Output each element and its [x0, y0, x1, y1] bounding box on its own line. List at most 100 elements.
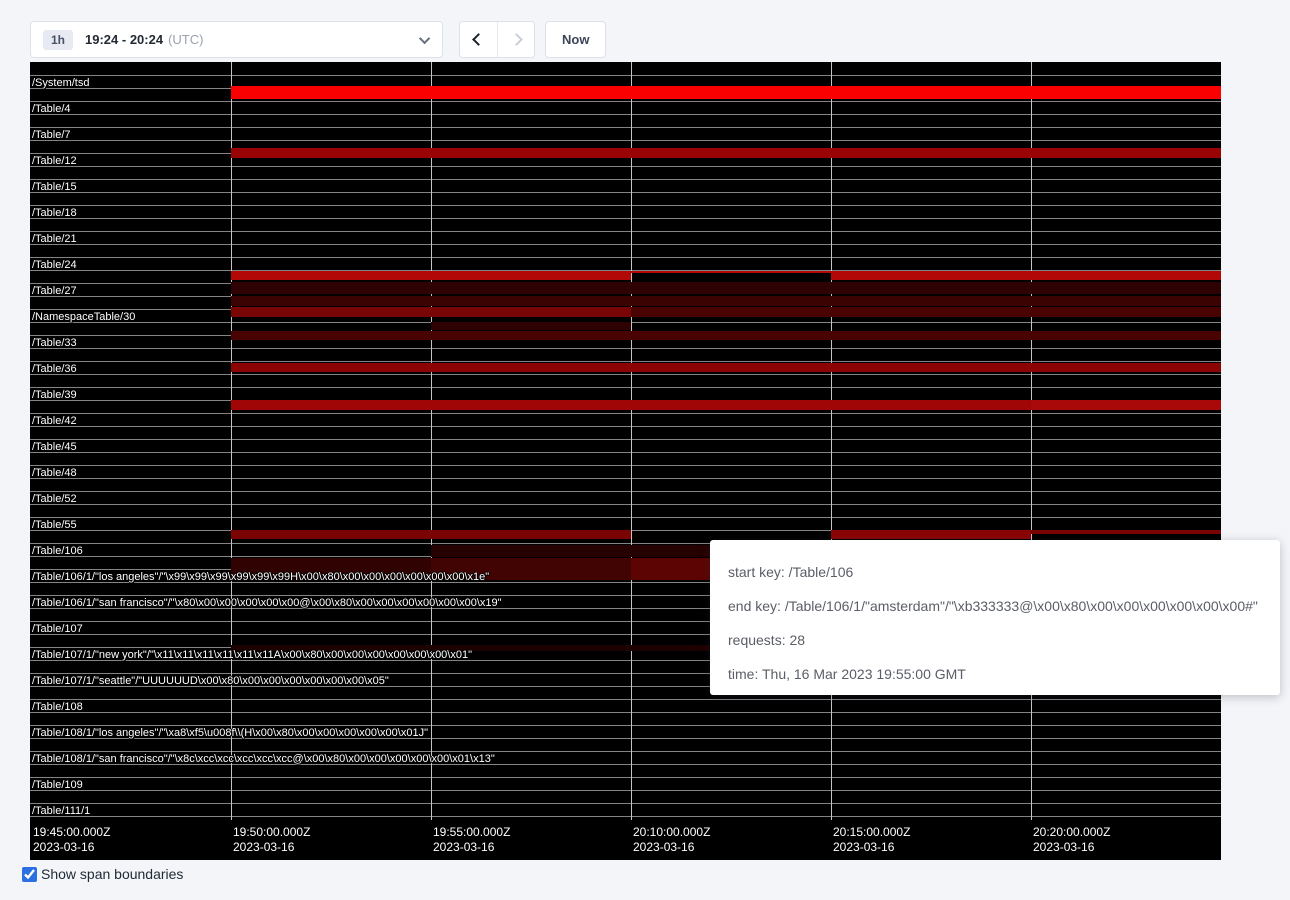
row-label: /Table/21	[32, 233, 77, 245]
grid-hline	[30, 816, 1221, 817]
chevron-down-icon	[419, 32, 430, 43]
chevron-right-icon	[510, 33, 523, 46]
grid-hline	[30, 205, 1221, 206]
row-label: /Table/45	[32, 441, 77, 453]
row-label: /Table/106	[32, 545, 83, 557]
grid-hline	[30, 348, 1221, 349]
x-axis-tick: 20:10:00.000Z2023-03-16	[633, 825, 710, 855]
chevron-left-icon	[472, 33, 485, 46]
grid-hline	[30, 517, 1221, 518]
row-label: /Table/106/1/"san francisco"/"\x80\x00\x…	[32, 597, 502, 609]
row-label: /Table/108	[32, 701, 83, 713]
row-label: /Table/15	[32, 181, 77, 193]
show-span-boundaries-label: Show span boundaries	[41, 866, 183, 882]
x-tick-date: 2023-03-16	[633, 840, 710, 855]
row-label: /Table/12	[32, 155, 77, 167]
heatmap-band[interactable]	[231, 331, 1221, 340]
row-label: /Table/42	[32, 415, 77, 427]
tooltip-end-key: end key: /Table/106/1/"amsterdam"/"\xb33…	[728, 589, 1262, 623]
heatmap-band[interactable]	[831, 530, 1031, 539]
x-tick-time: 20:20:00.000Z	[1033, 825, 1110, 840]
row-label: /Table/111/1	[32, 805, 90, 817]
grid-vline	[831, 62, 832, 820]
heatmap-band[interactable]	[231, 86, 1221, 99]
row-label: /Table/36	[32, 363, 77, 375]
x-tick-time: 20:10:00.000Z	[633, 825, 710, 840]
grid-hline	[30, 452, 1221, 453]
x-tick-time: 20:15:00.000Z	[833, 825, 910, 840]
grid-hline	[30, 751, 1221, 752]
tooltip-time: time: Thu, 16 Mar 2023 19:55:00 GMT	[728, 657, 1262, 691]
heatmap-band[interactable]	[631, 307, 1221, 317]
grid-hline	[30, 413, 1221, 414]
grid-hline	[30, 257, 1221, 258]
time-range-select[interactable]: 1h 19:24 - 20:24 (UTC)	[30, 21, 443, 58]
grid-hline	[30, 192, 1221, 193]
grid-hline	[30, 140, 1221, 141]
row-label: /Table/52	[32, 493, 77, 505]
heatmap-band[interactable]	[231, 363, 1221, 372]
time-range-zone: (UTC)	[168, 32, 203, 47]
heatmap-canvas[interactable]: /System/tsd/Table/4/Table/7/Table/12/Tab…	[30, 62, 1221, 860]
grid-hline	[30, 439, 1221, 440]
tooltip-start-key: start key: /Table/106	[728, 555, 1262, 589]
grid-hline	[30, 504, 1221, 505]
grid-hline	[30, 387, 1221, 388]
heatmap-band[interactable]	[1031, 400, 1221, 410]
heatmap-band[interactable]	[231, 296, 1221, 306]
grid-hline	[30, 166, 1221, 167]
x-axis-tick: 20:15:00.000Z2023-03-16	[833, 825, 910, 855]
heatmap-band[interactable]	[231, 271, 631, 280]
heatmap-band[interactable]	[631, 271, 831, 273]
span-boundaries-row: Show span boundaries	[22, 866, 183, 882]
grid-hline	[30, 426, 1221, 427]
x-axis-tick: 19:50:00.000Z2023-03-16	[233, 825, 310, 855]
x-tick-date: 2023-03-16	[433, 840, 510, 855]
grid-hline	[30, 179, 1221, 180]
heatmap-band[interactable]	[231, 282, 1221, 294]
heatmap-band[interactable]	[831, 271, 1221, 280]
heatmap-band[interactable]	[231, 148, 1221, 158]
heatmap-band[interactable]	[231, 307, 631, 317]
row-label: /Table/24	[32, 259, 77, 271]
grid-hline	[30, 244, 1221, 245]
grid-hline	[30, 231, 1221, 232]
now-button[interactable]: Now	[545, 21, 606, 58]
x-tick-time: 19:55:00.000Z	[433, 825, 510, 840]
row-label: /Table/4	[32, 103, 71, 115]
x-tick-date: 2023-03-16	[233, 840, 310, 855]
grid-hline	[30, 790, 1221, 791]
grid-hline	[30, 712, 1221, 713]
grid-hline	[30, 127, 1221, 128]
hover-tooltip: start key: /Table/106 end key: /Table/10…	[710, 540, 1280, 695]
heatmap-band[interactable]	[431, 322, 631, 330]
time-range-badge: 1h	[43, 30, 73, 50]
grid-hline	[30, 478, 1221, 479]
x-tick-date: 2023-03-16	[833, 840, 910, 855]
prev-range-button[interactable]	[460, 22, 497, 57]
row-label: /System/tsd	[32, 77, 89, 89]
grid-vline	[1031, 62, 1032, 820]
show-span-boundaries-checkbox[interactable]	[22, 867, 37, 882]
grid-hline	[30, 75, 1221, 76]
grid-vline	[631, 62, 632, 820]
time-range-text: 19:24 - 20:24	[85, 32, 163, 47]
heatmap-band[interactable]	[231, 400, 1031, 410]
next-range-button[interactable]	[497, 22, 534, 57]
row-label: /Table/107/1/"new york"/"\x11\x11\x11\x1…	[32, 649, 472, 661]
grid-hline	[30, 101, 1221, 102]
x-tick-date: 2023-03-16	[33, 840, 110, 855]
row-label: /Table/27	[32, 285, 77, 297]
x-tick-date: 2023-03-16	[1033, 840, 1110, 855]
row-label: /Table/55	[32, 519, 77, 531]
heatmap-band[interactable]	[1031, 530, 1221, 534]
grid-hline	[30, 491, 1221, 492]
grid-hline	[30, 218, 1221, 219]
heatmap-band[interactable]	[231, 530, 631, 539]
tooltip-requests: requests: 28	[728, 623, 1262, 657]
grid-hline	[30, 725, 1221, 726]
grid-hline	[30, 803, 1221, 804]
x-tick-time: 19:50:00.000Z	[233, 825, 310, 840]
time-nav-group	[459, 21, 535, 58]
x-axis-tick: 19:55:00.000Z2023-03-16	[433, 825, 510, 855]
